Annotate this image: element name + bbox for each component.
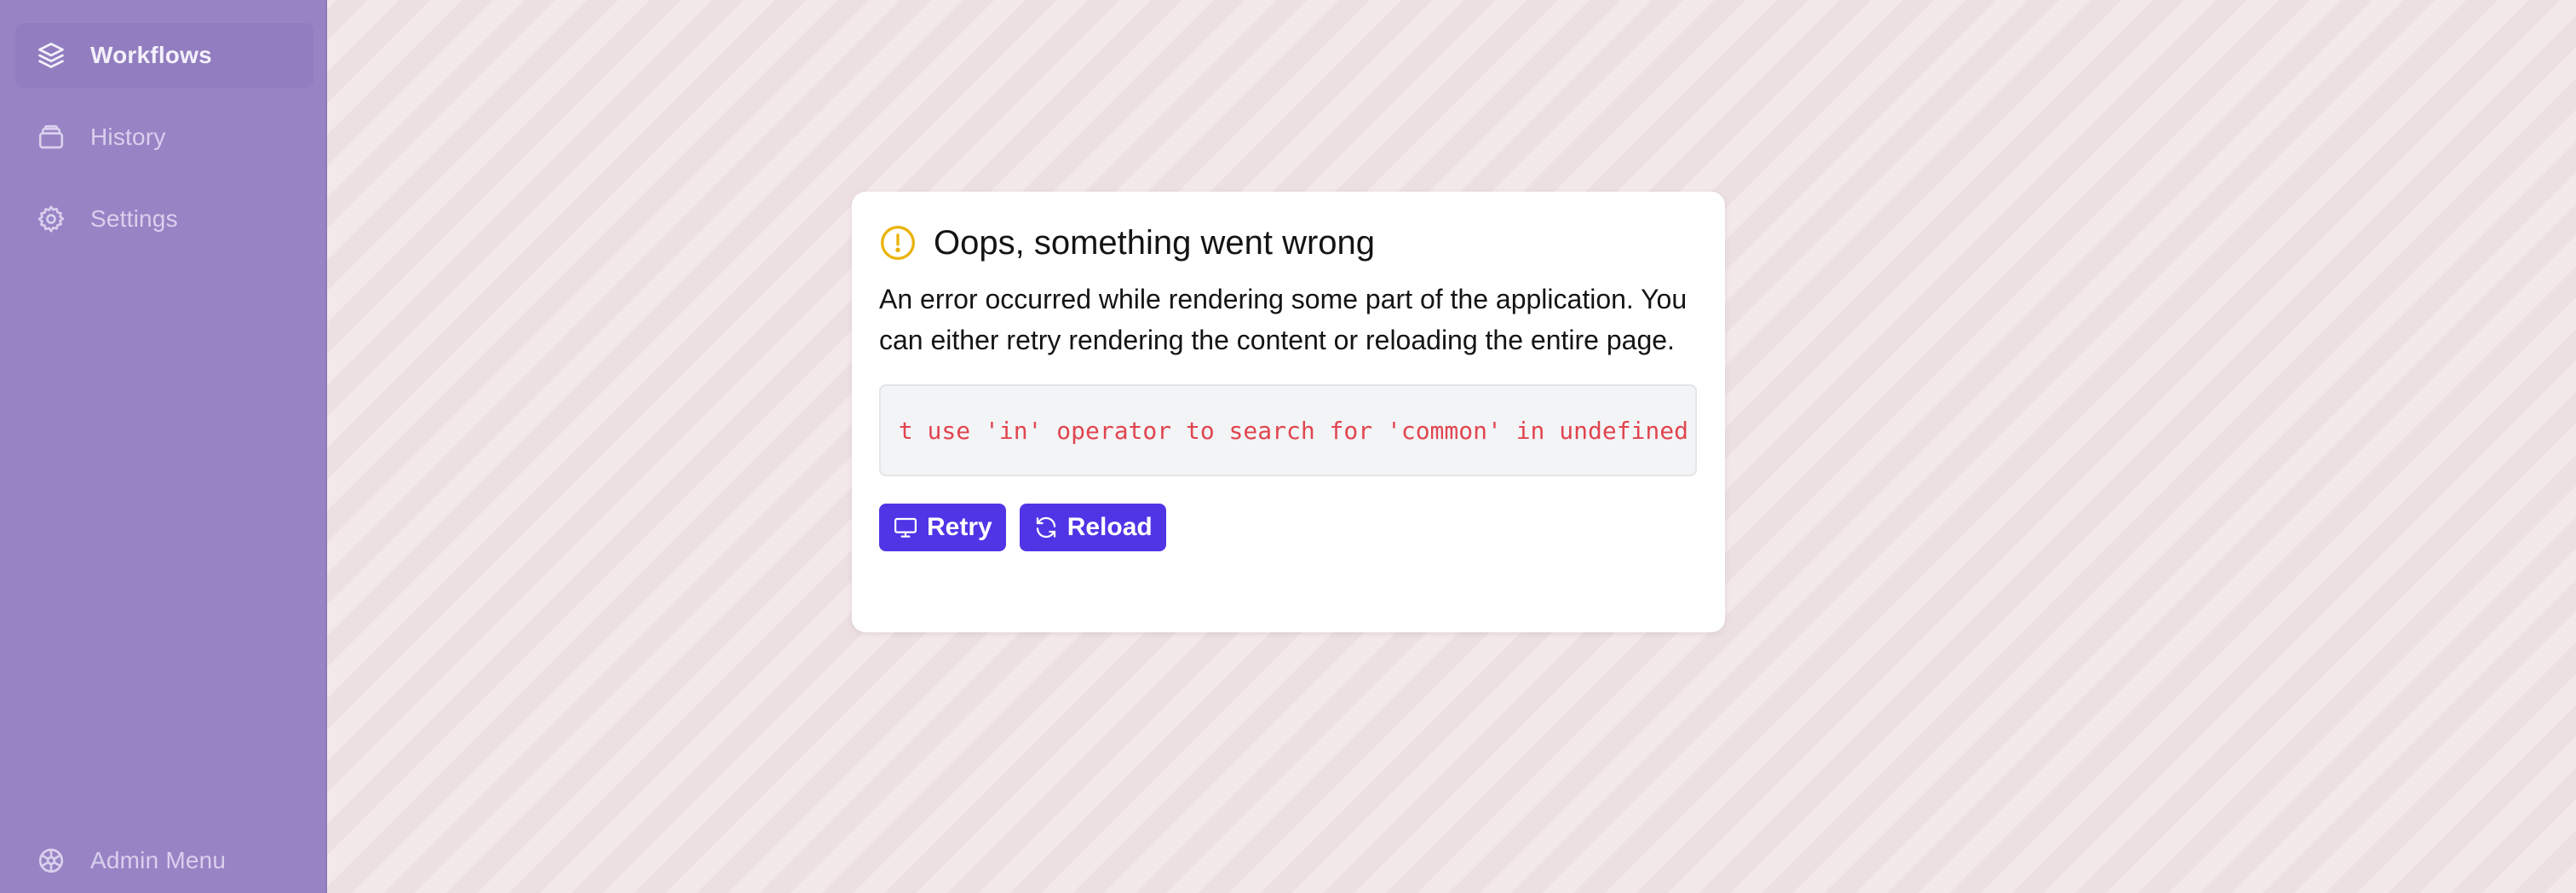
refresh-icon bbox=[1033, 515, 1059, 540]
archive-icon bbox=[36, 122, 66, 153]
error-detail-box[interactable]: t use 'in' operator to search for 'commo… bbox=[879, 384, 1697, 476]
admin-menu-label: Admin Menu bbox=[90, 847, 227, 873]
reload-button[interactable]: Reload bbox=[1019, 504, 1166, 551]
error-detail-text: t use 'in' operator to search for 'commo… bbox=[898, 416, 1688, 445]
app-root: Workflows History Settings Admin Menu Oo… bbox=[0, 0, 2576, 893]
retry-label: Retry bbox=[927, 513, 992, 541]
error-actions: Retry Reload bbox=[879, 504, 1698, 551]
sidebar-item-label: Settings bbox=[90, 205, 178, 232]
gear-icon bbox=[36, 204, 66, 234]
sidebar-item-settings[interactable]: Settings bbox=[15, 187, 313, 251]
warning-icon bbox=[879, 224, 917, 262]
admin-gear-icon bbox=[36, 845, 66, 876]
sidebar-item-history[interactable]: History bbox=[15, 105, 313, 170]
sidebar: Workflows History Settings Admin Menu bbox=[0, 0, 327, 893]
monitor-icon bbox=[893, 515, 918, 540]
sidebar-item-label: Workflows bbox=[90, 42, 212, 68]
error-card: Oops, something went wrong An error occu… bbox=[852, 192, 1725, 632]
error-title: Oops, something went wrong bbox=[934, 223, 1376, 262]
admin-menu-button[interactable]: Admin Menu bbox=[15, 828, 313, 893]
layers-icon bbox=[36, 40, 66, 71]
retry-button[interactable]: Retry bbox=[879, 504, 1006, 551]
error-card-header: Oops, something went wrong bbox=[879, 219, 1698, 267]
error-message: An error occurred while rendering some p… bbox=[879, 284, 1688, 355]
sidebar-item-workflows[interactable]: Workflows bbox=[15, 23, 313, 88]
sidebar-item-label: History bbox=[90, 124, 166, 150]
main-content: Oops, something went wrong An error occu… bbox=[327, 0, 2576, 893]
reload-label: Reload bbox=[1067, 513, 1153, 541]
